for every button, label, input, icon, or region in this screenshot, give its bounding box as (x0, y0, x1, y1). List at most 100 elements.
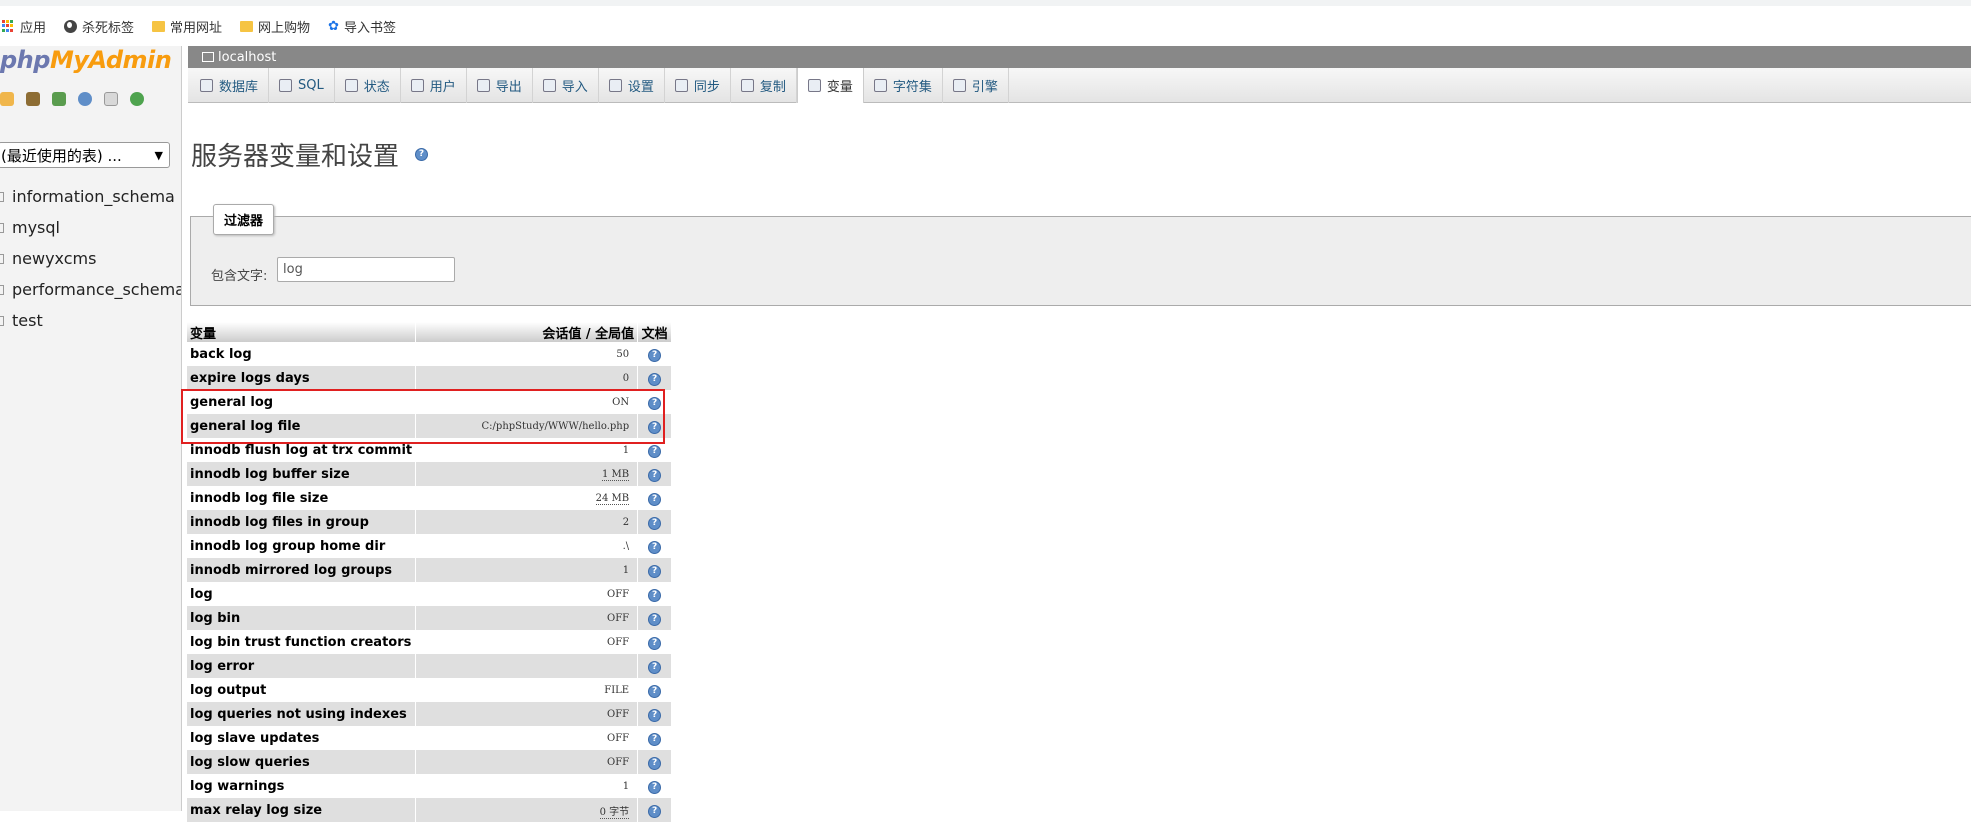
tab-label: 导入 (561, 80, 588, 95)
bookmark-kill-tabs[interactable]: 杀死标签 (64, 17, 134, 36)
variable-value[interactable]: 24 MB (415, 486, 639, 510)
database-name: mysql (12, 218, 60, 237)
variable-value[interactable]: C:/phpStudy/WWW/hello.php (415, 414, 639, 438)
documentation-icon[interactable]: ? (648, 685, 662, 698)
home-icon[interactable] (0, 92, 14, 106)
tab-charsets[interactable]: 字符集 (864, 68, 943, 103)
help-icon[interactable] (78, 92, 92, 106)
documentation-icon[interactable]: ? (648, 661, 662, 674)
variable-value[interactable]: OFF (415, 702, 639, 726)
database-item[interactable]: test (0, 305, 181, 336)
tab-status[interactable]: 状态 (335, 68, 401, 103)
reload-icon[interactable] (130, 92, 144, 106)
variable-value[interactable]: FILE (415, 678, 639, 702)
documentation-icon[interactable]: ? (648, 637, 662, 650)
database-name: test (12, 311, 43, 330)
variable-value-text: OFF (607, 756, 630, 768)
variable-value[interactable]: OFF (415, 606, 639, 630)
documentation-icon[interactable]: ? (648, 493, 662, 506)
recent-tables-select[interactable]: (最近使用的表) ... ▼ (0, 142, 170, 168)
tab-replication[interactable]: 复制 (731, 68, 797, 103)
variable-value-text: 1 MB (601, 468, 630, 481)
variable-value[interactable]: OFF (415, 630, 639, 654)
variable-name: innodb mirrored log groups (187, 558, 417, 582)
variable-value[interactable]: 2 (415, 510, 639, 534)
variable-value[interactable]: 1 MB (415, 462, 639, 486)
table-row: innodb log buffer size 1 MB? (187, 462, 673, 486)
variable-value[interactable]: OFF (415, 726, 639, 750)
tree-connector-icon (0, 284, 4, 295)
documentation-icon[interactable]: ? (648, 349, 662, 362)
variable-value-text: ON (612, 396, 630, 408)
tab-settings[interactable]: 设置 (599, 68, 665, 103)
documentation-icon[interactable]: ? (648, 469, 662, 482)
help-icon[interactable]: ? (415, 148, 429, 161)
variable-value[interactable]: OFF (415, 750, 639, 774)
tab-import[interactable]: 导入 (533, 68, 599, 103)
users-icon (410, 79, 424, 92)
variable-value[interactable]: 0 (415, 366, 639, 390)
documentation-icon[interactable]: ? (648, 733, 662, 746)
documentation-icon[interactable]: ? (648, 445, 662, 458)
server-breadcrumb: localhost (188, 46, 1971, 68)
phpmyadmin-logo[interactable]: phpMyAdmin (0, 46, 172, 74)
logout-icon[interactable] (26, 92, 40, 106)
docs-cell: ? (637, 438, 673, 462)
variable-value[interactable]: ON (415, 390, 639, 414)
tab-engines[interactable]: 引擎 (943, 68, 1009, 103)
database-item[interactable]: newyxcms (0, 243, 181, 274)
documentation-icon[interactable]: ? (648, 613, 662, 626)
tab-label: 数据库 (219, 80, 259, 95)
documentation-icon[interactable]: ? (648, 397, 662, 410)
tab-sql[interactable]: SQL (269, 68, 335, 103)
tab-variables[interactable]: 变量 (796, 68, 864, 103)
query-window-icon[interactable] (52, 92, 66, 106)
variable-value[interactable]: 0 字节 (415, 798, 639, 822)
bookmark-common-sites[interactable]: 常用网址 (152, 17, 222, 36)
documentation-icon[interactable]: ? (648, 709, 662, 722)
documentation-icon[interactable]: ? (648, 757, 662, 770)
tree-connector-icon (0, 191, 4, 202)
variable-value[interactable]: OFF (415, 582, 639, 606)
variable-value[interactable] (415, 654, 639, 678)
variable-value[interactable]: 1 (415, 438, 639, 462)
bookmark-apps[interactable]: 应用 (2, 17, 46, 36)
database-item[interactable]: performance_schema (0, 274, 182, 305)
documentation-icon[interactable]: ? (648, 373, 662, 386)
docs-icon[interactable] (104, 92, 118, 106)
tab-databases[interactable]: 数据库 (190, 68, 270, 103)
table-row: log OFF? (187, 582, 673, 606)
documentation-icon[interactable]: ? (648, 541, 662, 554)
tab-export[interactable]: 导出 (467, 68, 533, 103)
database-item[interactable]: information_schema (0, 181, 181, 212)
filter-input[interactable] (277, 257, 455, 282)
documentation-icon[interactable]: ? (648, 517, 662, 530)
top-menu-tabs: 数据库 SQL 状态 用户 导出 导入 设置 同步 复制 变量 字符集 引擎 (188, 68, 1971, 103)
database-icon (200, 79, 213, 92)
tab-synchronize[interactable]: 同步 (665, 68, 731, 103)
variable-value[interactable]: 1 (415, 774, 639, 798)
variable-value[interactable]: 50 (415, 342, 639, 366)
server-name[interactable]: localhost (218, 50, 276, 65)
table-header-row: 变量 会话值 / 全局值 文档 (187, 322, 673, 342)
documentation-icon[interactable]: ? (648, 421, 662, 434)
bookmark-shopping[interactable]: 网上购物 (240, 17, 310, 36)
column-header-value[interactable]: 会话值 / 全局值 (415, 322, 639, 342)
variable-value[interactable]: .\ (415, 534, 639, 558)
database-item[interactable]: mysql (0, 212, 181, 243)
documentation-icon[interactable]: ? (648, 805, 662, 818)
variable-value[interactable]: 1 (415, 558, 639, 582)
bookmark-import[interactable]: ✿ 导入书签 (328, 17, 396, 36)
server-icon (202, 52, 214, 62)
documentation-icon[interactable]: ? (648, 565, 662, 578)
tab-users[interactable]: 用户 (401, 68, 467, 103)
database-name: performance_schema (12, 280, 182, 299)
variable-name: log error (187, 654, 417, 678)
database-list: information_schema mysql newyxcms perfor… (0, 181, 182, 336)
variable-name: max relay log size (187, 798, 417, 822)
filter-legend: 过滤器 (213, 204, 275, 235)
table-row: innodb log files in group 2? (187, 510, 673, 534)
column-header-variable[interactable]: 变量 (187, 322, 417, 342)
documentation-icon[interactable]: ? (648, 781, 662, 794)
documentation-icon[interactable]: ? (648, 589, 662, 602)
